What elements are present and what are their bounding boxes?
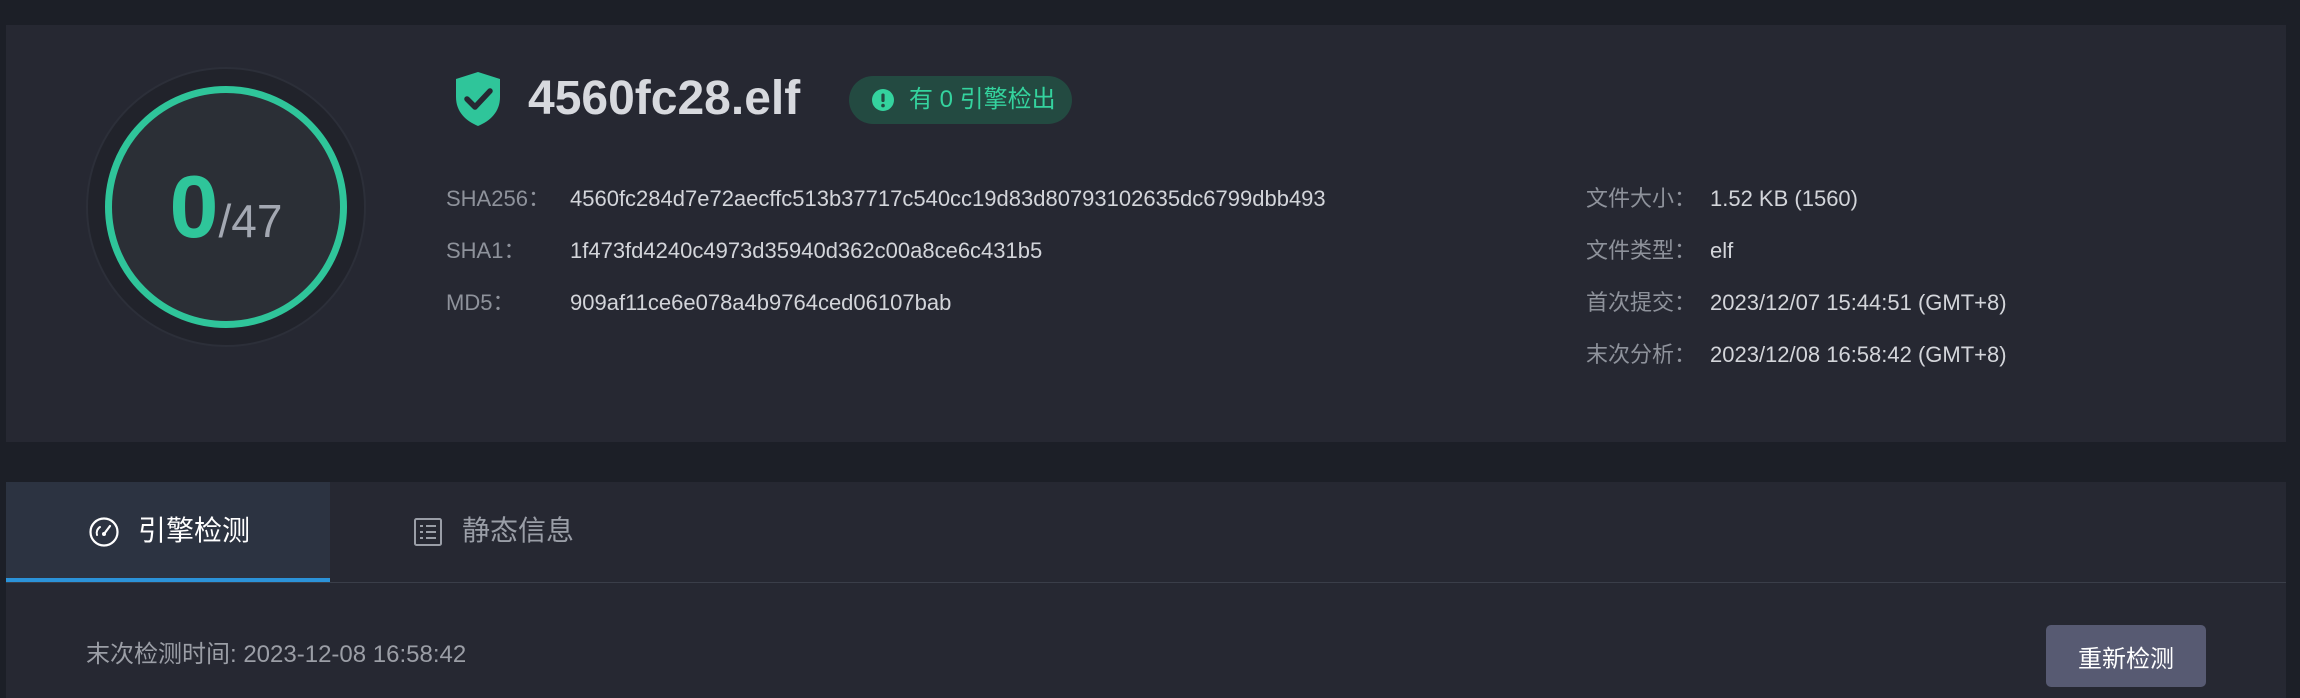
last-analyzed-label: 末次分析：	[1586, 342, 1697, 367]
gauge-icon	[89, 517, 119, 547]
tab-static-info-label: 静态信息	[462, 515, 575, 546]
last-scan-time: 末次检测时间: 2023-12-08 16:58:42	[86, 641, 467, 668]
tab-bar-divider	[6, 582, 2286, 583]
detection-score-ring: 0/47	[86, 67, 366, 347]
first-submitted-label: 首次提交：	[1586, 290, 1697, 315]
sha1-value: 1f473fd4240c4973d35940d362c00a8ce6c431b5	[570, 238, 1043, 263]
tab-static-info[interactable]: 静态信息	[330, 482, 650, 582]
file-type-label: 文件类型：	[1586, 238, 1697, 263]
sha1-label: SHA1：	[446, 238, 526, 263]
tab-engine-detection-label: 引擎检测	[138, 515, 251, 546]
file-size-value: 1.52 KB (1560)	[1710, 186, 1858, 211]
md5-value: 909af11ce6e078a4b9764ced06107bab	[570, 290, 952, 315]
file-type-value: elf	[1710, 238, 1734, 263]
detection-status-badge: 有 0 引擎检出	[849, 76, 1072, 124]
detected-count: 0	[169, 157, 219, 256]
sha256-label: SHA256：	[446, 186, 550, 211]
last-analyzed-value: 2023/12/08 16:58:42 (GMT+8)	[1710, 342, 2007, 367]
file-size-label: 文件大小：	[1586, 186, 1697, 211]
detection-badge-text: 有 0 引擎检出	[909, 86, 1056, 113]
tab-engine-detection[interactable]: 引擎检测	[6, 482, 330, 582]
sha256-value: 4560fc284d7e72aecffc513b37717c540cc19d83…	[570, 186, 1326, 211]
detection-score: 0/47	[105, 86, 347, 328]
shield-check-icon	[456, 72, 500, 126]
md5-label: MD5：	[446, 290, 515, 315]
engine-total: /47	[218, 195, 283, 247]
document-list-icon	[414, 518, 442, 546]
first-submitted-value: 2023/12/07 15:44:51 (GMT+8)	[1710, 290, 2007, 315]
file-name-title: 4560fc28.elf	[528, 72, 801, 125]
alert-circle-icon	[872, 89, 894, 111]
rescan-button[interactable]: 重新检测	[2046, 625, 2206, 687]
